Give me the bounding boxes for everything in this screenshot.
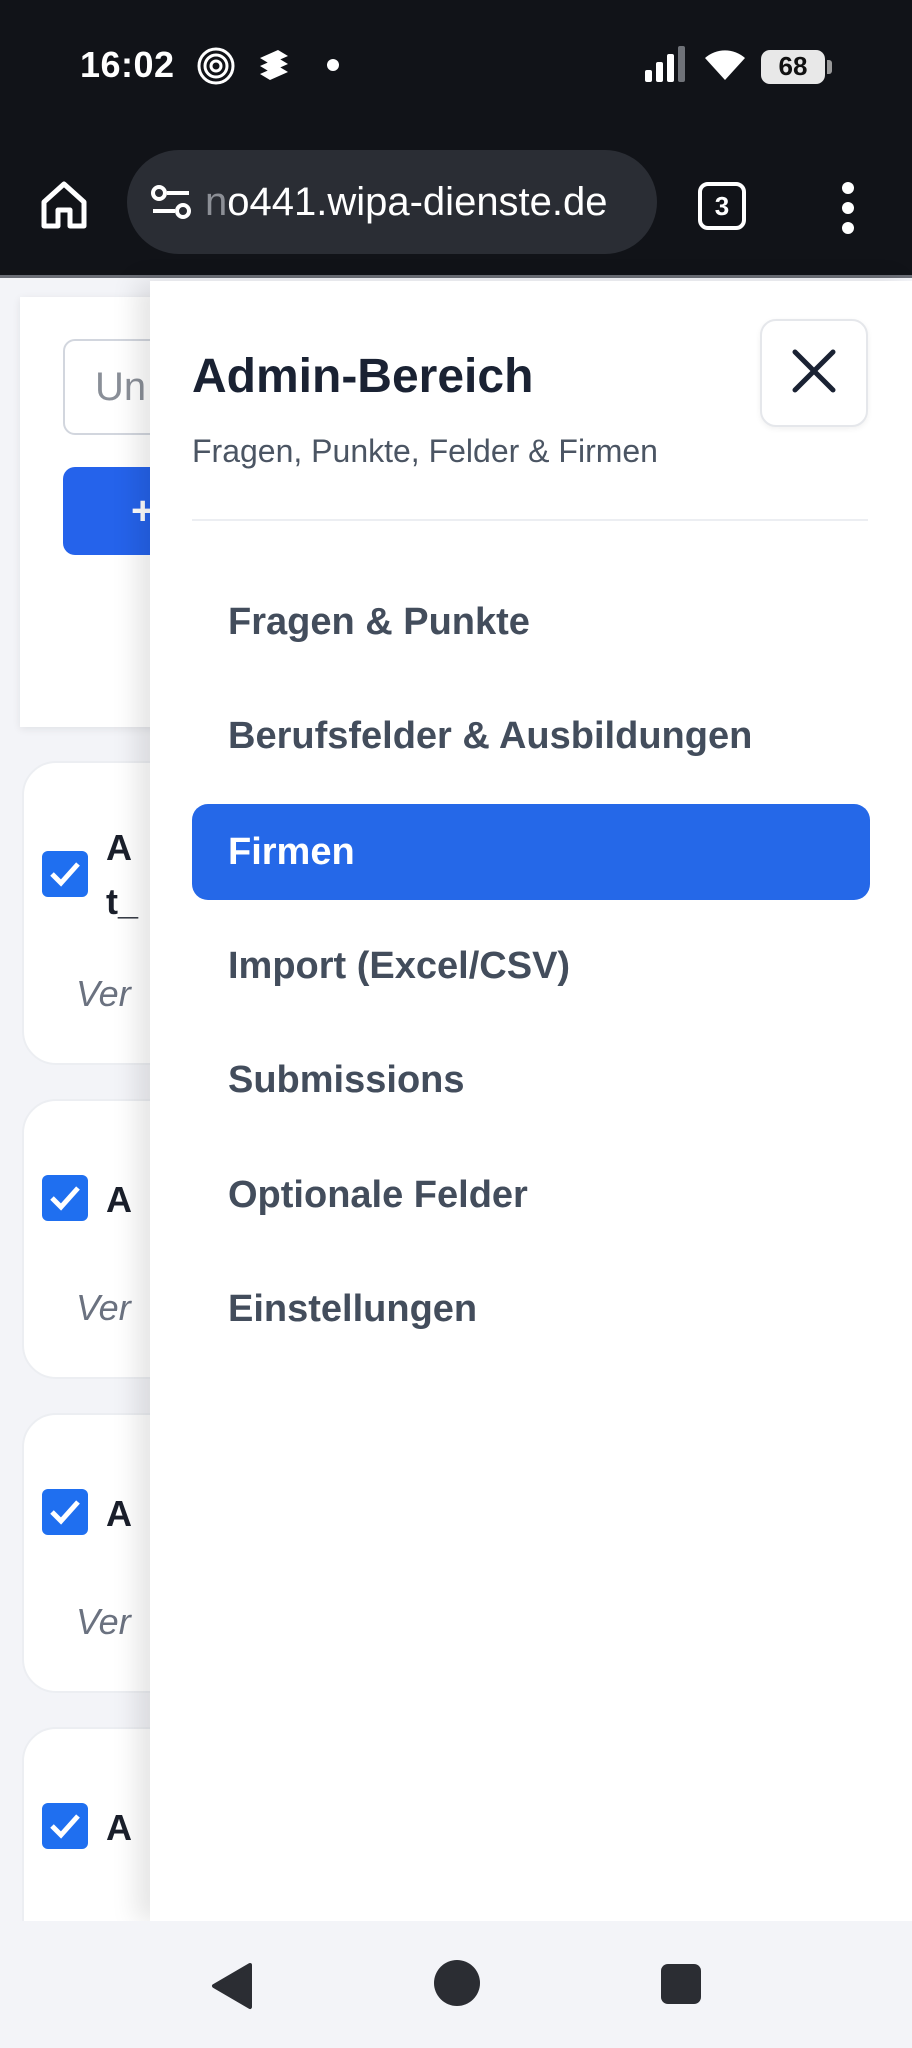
divider — [192, 519, 868, 521]
list-item-title: A — [106, 1807, 132, 1848]
nav-item-berufsfelder[interactable]: Berufsfelder & Ausbildungen — [192, 688, 870, 784]
nav-item-optionale-felder[interactable]: Optionale Felder — [192, 1147, 870, 1243]
search-placeholder: Un — [95, 364, 147, 409]
list-item-title: A — [106, 1179, 132, 1220]
system-navigation-bar — [0, 1921, 912, 2048]
tab-count: 3 — [714, 190, 730, 221]
drawer-subtitle: Fragen, Punkte, Felder & Firmen — [192, 433, 658, 469]
dot-icon — [326, 58, 340, 77]
battery-icon: 68 — [761, 49, 832, 84]
home-icon[interactable] — [36, 176, 92, 232]
nav-item-label: Optionale Felder — [228, 1173, 528, 1216]
recents-icon[interactable] — [660, 1963, 702, 2010]
status-time: 16:02 — [80, 44, 175, 85]
more-options-icon[interactable] — [832, 180, 864, 236]
nav-item-fragen-punkte[interactable]: Fragen & Punkte — [192, 574, 870, 670]
back-icon[interactable] — [208, 1961, 254, 2016]
battery-level: 68 — [778, 51, 808, 81]
close-icon — [791, 348, 837, 399]
address-bar[interactable]: no441.wipa-dienste.de — [127, 150, 657, 254]
status-right-group: 68 — [645, 46, 832, 87]
list-item-meta: Ver — [76, 1287, 131, 1328]
url-prefix: n — [205, 179, 228, 224]
nav-item-label: Einstellungen — [228, 1287, 478, 1330]
tab-switcher-button[interactable]: 3 — [698, 182, 746, 230]
home-circle-icon[interactable] — [433, 1959, 481, 2012]
checkbox-checked[interactable] — [42, 1175, 88, 1221]
nav-item-label: Submissions — [228, 1058, 465, 1101]
close-button[interactable] — [760, 319, 868, 427]
nav-item-submissions[interactable]: Submissions — [192, 1032, 870, 1128]
checkbox-checked[interactable] — [42, 1803, 88, 1849]
nav-item-firmen[interactable]: Firmen — [192, 804, 870, 900]
nav-item-einstellungen[interactable]: Einstellungen — [192, 1261, 870, 1357]
list-item-subtitle: t_ — [106, 881, 139, 922]
url-text: no441.wipa-dienste.de — [205, 180, 608, 225]
nav-item-label: Firmen — [228, 830, 355, 873]
site-settings-icon[interactable] — [147, 177, 197, 227]
drawer-title: Admin-Bereich — [192, 350, 534, 403]
nav-item-label: Fragen & Punkte — [228, 600, 530, 643]
admin-drawer: Admin-Bereich Fragen, Punkte, Felder & F… — [150, 281, 912, 1921]
app-notification-icon — [254, 46, 294, 91]
list-item-title: A — [106, 1493, 132, 1534]
signal-icon — [645, 46, 689, 87]
checkbox-checked[interactable] — [42, 851, 88, 897]
fingerprint-icon — [196, 46, 236, 91]
browser-toolbar: no441.wipa-dienste.de 3 — [0, 140, 912, 278]
list-item-meta: Ver — [76, 1601, 131, 1642]
nav-item-label: Berufsfelder & Ausbildungen — [228, 714, 753, 757]
url-main: o441.wipa-dienste.de — [227, 179, 608, 224]
nav-item-label: Import (Excel/CSV) — [228, 944, 571, 987]
status-bar: 16:02 68 — [0, 0, 912, 140]
checkbox-checked[interactable] — [42, 1489, 88, 1535]
wifi-icon — [703, 46, 747, 87]
list-item-title: A — [106, 827, 132, 868]
nav-item-import[interactable]: Import (Excel/CSV) — [192, 918, 870, 1014]
list-item-meta: Ver — [76, 973, 131, 1014]
